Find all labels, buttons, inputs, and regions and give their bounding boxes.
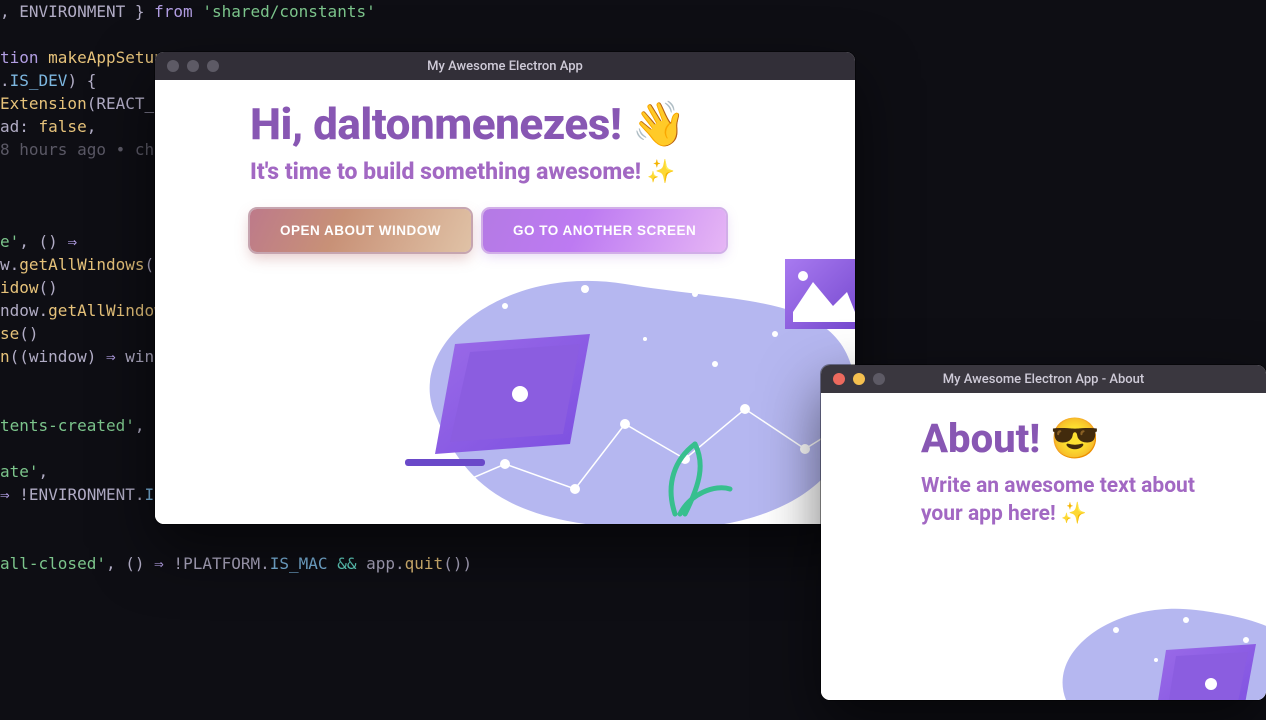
titlebar-main[interactable]: My Awesome Electron App	[155, 52, 855, 80]
zoom-icon[interactable]	[873, 373, 885, 385]
traffic-lights	[155, 60, 219, 72]
window-main-content: Hi, daltonmenezes! 👋 It's time to build …	[155, 80, 855, 524]
close-icon[interactable]	[167, 60, 179, 72]
minimize-icon[interactable]	[187, 60, 199, 72]
close-icon[interactable]	[833, 373, 845, 385]
illustration-about	[1046, 580, 1266, 700]
main-heading: Hi, daltonmenezes! 👋	[250, 98, 825, 150]
window-main[interactable]: My Awesome Electron App Hi, daltonmeneze…	[155, 52, 855, 524]
about-heading: About! 😎	[921, 415, 1266, 462]
window-about-content: About! 😎 Write an awesome text about you…	[821, 393, 1266, 700]
titlebar-about[interactable]: My Awesome Electron App - About	[821, 365, 1266, 393]
minimize-icon[interactable]	[853, 373, 865, 385]
traffic-lights	[821, 373, 885, 385]
zoom-icon[interactable]	[207, 60, 219, 72]
window-title: My Awesome Electron App	[155, 59, 855, 74]
illustration-main	[345, 234, 855, 524]
main-subheading: It's time to build something awesome! ✨	[250, 158, 825, 185]
window-about[interactable]: My Awesome Electron App - About About! 😎…	[821, 365, 1266, 700]
window-title: My Awesome Electron App - About	[821, 372, 1266, 387]
about-body: Write an awesome text about your app her…	[921, 472, 1221, 529]
